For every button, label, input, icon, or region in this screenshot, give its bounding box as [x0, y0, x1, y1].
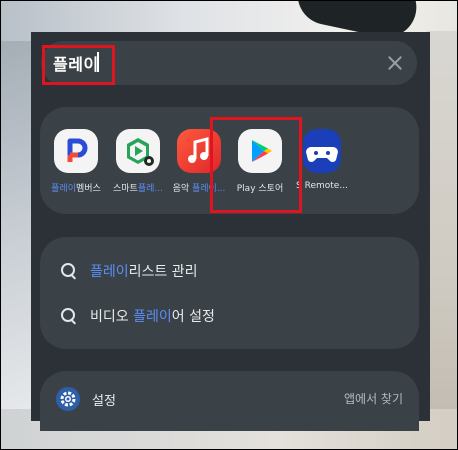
highlight-box-play-store: [210, 117, 302, 213]
suggestion-text: 플레이리스트 관리: [90, 264, 198, 280]
app-label: 스마트플레...: [113, 184, 163, 194]
close-icon[interactable]: [385, 53, 405, 73]
s-remote-icon: [303, 129, 341, 173]
find-in-apps-link[interactable]: 앱에서 찾기: [344, 390, 403, 407]
app-smart-play[interactable]: 스마트플레...: [108, 129, 168, 194]
search-suggestions-card: 플레이리스트 관리 비디오 플레이어 설정: [40, 237, 419, 349]
smart-play-icon: [116, 129, 160, 173]
search-icon: [60, 307, 78, 325]
wallpaper-right: [427, 31, 457, 449]
app-play-members[interactable]: 플레이멤버스: [46, 129, 106, 194]
suggestion-video-player-settings[interactable]: 비디오 플레이어 설정: [60, 304, 215, 328]
screen: 플레이 플레이멤버스 스마트플레... 음악 플레이... Play 스토어 S…: [0, 0, 458, 450]
highlight-box-search-query: [42, 45, 115, 85]
play-members-icon: [54, 129, 98, 173]
gear-icon: [56, 387, 80, 411]
search-icon: [60, 262, 78, 280]
finder-panel: [31, 32, 430, 421]
settings-card[interactable]: 설정 앱에서 찾기: [40, 371, 419, 431]
settings-label: 설정: [92, 394, 116, 409]
app-label: 플레이멤버스: [51, 184, 101, 194]
suggestion-playlist-manage[interactable]: 플레이리스트 관리: [60, 259, 198, 283]
suggestion-text: 비디오 플레이어 설정: [90, 309, 215, 325]
